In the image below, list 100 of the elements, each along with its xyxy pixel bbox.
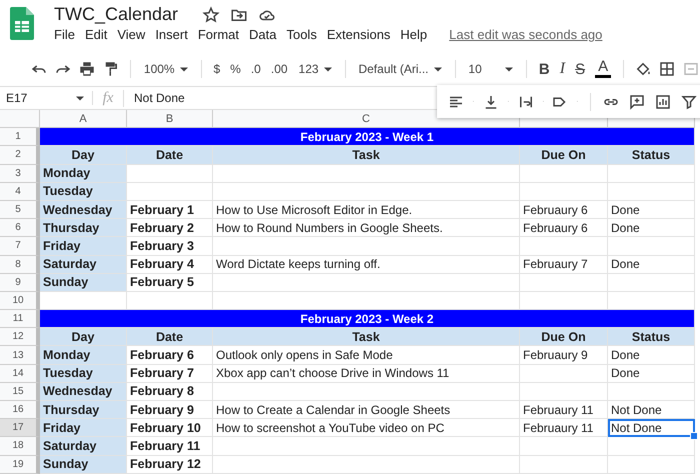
decrease-decimal-button[interactable]: .0 <box>248 62 263 76</box>
print-icon[interactable] <box>78 60 96 78</box>
table-cell: Wednesday <box>40 200 127 220</box>
row-number[interactable]: 4 <box>0 182 40 201</box>
table-cell: Done <box>608 346 695 365</box>
currency-button[interactable]: $ <box>211 62 222 76</box>
row-number[interactable]: 15 <box>0 382 40 401</box>
formula-field[interactable]: Not Done <box>124 91 185 105</box>
table-cell: Februaury 11 <box>520 419 608 438</box>
row-number[interactable]: 6 <box>0 219 40 238</box>
table-cell: Monday <box>40 164 127 183</box>
bold-button[interactable]: B <box>536 60 552 78</box>
table-cell: February 6 <box>127 346 213 365</box>
row-number[interactable]: 7 <box>0 237 40 256</box>
table-cell: February 12 <box>127 456 213 474</box>
column-heading: Due On <box>520 146 608 165</box>
comment-icon[interactable] <box>628 92 646 110</box>
table-cell: February 3 <box>127 237 213 256</box>
text-color-button[interactable]: A <box>593 60 614 78</box>
menu-item[interactable]: Format <box>198 27 245 42</box>
document-title[interactable]: TWC_Calendar <box>54 4 178 25</box>
row-number[interactable]: 1 <box>0 128 40 146</box>
table-cell: Februaury 9 <box>520 346 608 365</box>
table-cell: Thursday <box>40 219 127 238</box>
row-number[interactable]: 19 <box>0 456 40 474</box>
table-cell: February 11 <box>127 437 213 456</box>
table-cell: Sunday <box>40 456 127 474</box>
table-cell: Februaury 6 <box>520 200 608 220</box>
table-cell: February 2 <box>127 219 213 238</box>
font-dropdown[interactable]: Default (Ari... <box>355 62 444 76</box>
row-number[interactable]: 5 <box>0 200 40 220</box>
merge-cells-icon[interactable] <box>682 60 700 78</box>
row-number[interactable]: 11 <box>0 310 40 328</box>
menu-item[interactable]: Data <box>249 27 282 42</box>
italic-button[interactable]: I <box>558 60 568 78</box>
table-cell: Tuesday <box>40 182 127 201</box>
star-icon[interactable] <box>202 6 220 24</box>
row-number[interactable]: 16 <box>0 401 40 420</box>
column-heading: Day <box>40 146 127 165</box>
row-number[interactable]: 9 <box>0 274 40 292</box>
table-cell: February 1 <box>127 200 213 220</box>
column-heading: Due On <box>520 328 608 346</box>
font-size-dropdown[interactable]: 10 <box>465 62 516 76</box>
column-heading: Date <box>127 328 213 346</box>
number-format-dropdown[interactable]: 123 <box>296 62 335 76</box>
table-cell: Not Done <box>608 419 695 438</box>
cell-reference[interactable]: E17 <box>6 91 28 105</box>
column-heading: Status <box>608 146 695 165</box>
table-cell: How to Create a Calendar in Google Sheets <box>213 401 520 420</box>
table-cell: February 7 <box>127 364 213 383</box>
row-number[interactable]: 3 <box>0 164 40 183</box>
table-cell: Saturday <box>40 256 127 274</box>
column-heading: Status <box>608 328 695 346</box>
table-cell: Done <box>608 256 695 274</box>
table-cell: Februaury 7 <box>520 256 608 274</box>
column-header[interactable]: B <box>127 110 213 128</box>
increase-decimal-button[interactable]: .00 <box>268 62 290 76</box>
row-number[interactable]: 10 <box>0 292 40 310</box>
row-number[interactable]: 18 <box>0 437 40 456</box>
chart-icon[interactable] <box>654 92 672 110</box>
menu-item[interactable]: Extensions <box>326 27 396 42</box>
percent-button[interactable]: % <box>228 62 243 76</box>
strikethrough-button[interactable]: S <box>573 60 588 78</box>
table-cell: Xbox app can’t choose Drive in Windows 11 <box>213 364 520 383</box>
last-edit-link[interactable]: Last edit was seconds ago <box>449 27 602 42</box>
row-number[interactable]: 12 <box>0 328 40 346</box>
table-cell: Saturday <box>40 437 127 456</box>
column-heading: Task <box>213 328 520 346</box>
table-cell: Done <box>608 364 695 383</box>
spreadsheet-logo-icon[interactable] <box>10 7 34 40</box>
table-cell: Tuesday <box>40 364 127 383</box>
zoom-dropdown[interactable]: 100% <box>140 62 191 76</box>
borders-icon[interactable] <box>658 60 676 78</box>
menu-item[interactable]: Insert <box>155 27 194 42</box>
table-cell: Friday <box>40 419 127 438</box>
table-cell: Februaury 6 <box>520 219 608 238</box>
menu-item[interactable]: View <box>117 27 152 42</box>
table-cell: How to Round Numbers in Google Sheets. <box>213 219 520 238</box>
menu-item[interactable]: Help <box>400 27 434 42</box>
row-number[interactable]: 8 <box>0 256 40 274</box>
table-cell: How to Use Microsoft Editor in Edge. <box>213 200 520 220</box>
table-cell: Sunday <box>40 274 127 292</box>
table-cell: Outlook only opens in Safe Mode <box>213 346 520 365</box>
week-title-bar: February 2023 - Week 1 <box>40 128 695 146</box>
table-cell: Done <box>608 200 695 220</box>
column-header[interactable]: A <box>40 110 127 128</box>
row-number[interactable]: 13 <box>0 346 40 365</box>
table-cell: How to screenshot a YouTube video on PC <box>213 419 520 438</box>
menu-item[interactable]: Edit <box>84 27 114 42</box>
table-cell: February 8 <box>127 382 213 401</box>
column-heading: Date <box>127 146 213 165</box>
table-cell: February 9 <box>127 401 213 420</box>
menu-item[interactable]: Tools <box>286 27 323 42</box>
row-number[interactable]: 14 <box>0 364 40 383</box>
table-cell: February 4 <box>127 256 213 274</box>
menu-item[interactable]: File <box>54 27 81 42</box>
row-number[interactable]: 2 <box>0 146 40 165</box>
column-heading: Day <box>40 328 127 346</box>
week-title-bar: February 2023 - Week 2 <box>40 310 695 328</box>
row-number[interactable]: 17 <box>0 419 40 438</box>
